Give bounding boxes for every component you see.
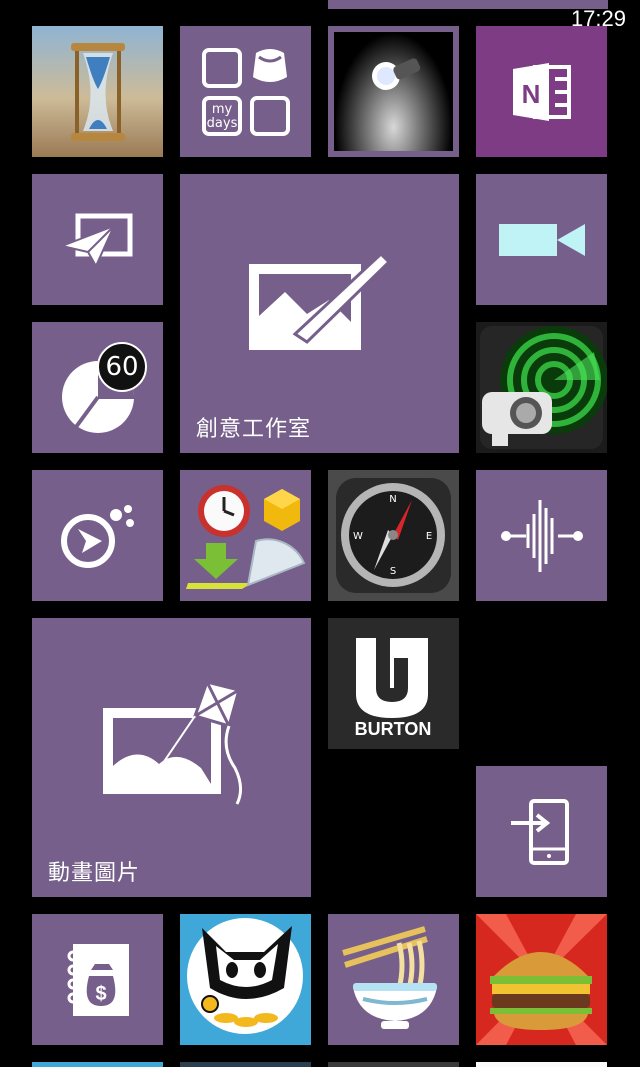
- cat-coins-icon: [180, 914, 311, 1045]
- partial-tile-bottom-1[interactable]: [32, 1062, 163, 1067]
- tile-phone-transfer[interactable]: [476, 766, 607, 897]
- my-days-text-1: my: [211, 102, 232, 117]
- kite-pictures-label: 動畫圖片: [48, 861, 141, 886]
- partial-tile-bottom-3[interactable]: [328, 1062, 459, 1067]
- tile-flashlight[interactable]: [328, 26, 459, 157]
- clock-cube-protractor-icon: [185, 484, 305, 589]
- tile-tools[interactable]: [180, 470, 311, 601]
- tile-radar-camera[interactable]: [476, 322, 607, 453]
- creative-studio-label: 創意工作室: [196, 417, 312, 442]
- tile-hourglass[interactable]: [32, 26, 163, 157]
- notification-badge: 60: [97, 342, 147, 392]
- tile-cat-game[interactable]: [180, 914, 311, 1045]
- partial-tile-bottom-2[interactable]: [180, 1062, 311, 1067]
- compass-n: N: [389, 494, 396, 505]
- tile-compass[interactable]: N E S W: [328, 470, 459, 601]
- noodle-bowl-icon: [341, 925, 437, 1029]
- navigation-icon: [60, 504, 134, 568]
- tile-money-notebook[interactable]: $: [32, 914, 163, 1045]
- money-notebook-icon: $: [67, 943, 129, 1016]
- compass-w: W: [353, 531, 363, 542]
- tile-my-days[interactable]: my days: [180, 26, 311, 157]
- sound-wave-icon: [500, 499, 583, 572]
- compass-s: S: [390, 566, 396, 577]
- photo-brush-icon: [248, 251, 391, 350]
- tile-navigation[interactable]: [32, 470, 163, 601]
- tile-burton[interactable]: BURTON: [328, 618, 459, 749]
- onenote-letter: N: [521, 79, 540, 109]
- burton-text: BURTON: [355, 719, 432, 739]
- kite-photo-icon: [102, 679, 242, 805]
- tile-kite-pictures[interactable]: 動畫圖片: [32, 618, 311, 897]
- my-days-text-2: days: [206, 116, 237, 131]
- onenote-icon: N: [512, 62, 571, 121]
- tile-noodles[interactable]: [328, 914, 459, 1045]
- tile-onenote[interactable]: N: [476, 26, 607, 157]
- burton-logo-icon: BURTON: [328, 618, 459, 749]
- radar-camera-icon: [480, 326, 607, 449]
- paper-plane-photo-icon: [59, 213, 132, 268]
- phone-transfer-icon: [510, 798, 569, 865]
- partial-tile-bottom-4[interactable]: [476, 1062, 607, 1067]
- tile-paper-plane-photo[interactable]: [32, 174, 163, 305]
- hourglass-icon: [70, 42, 125, 141]
- tile-pie-chart[interactable]: 60: [32, 322, 163, 453]
- video-camera-icon: [498, 223, 585, 256]
- compass-icon: N E S W: [328, 470, 459, 601]
- flashlight-icon: [334, 32, 453, 151]
- tile-video[interactable]: [476, 174, 607, 305]
- tile-burger[interactable]: [476, 914, 607, 1045]
- hamburger-icon: [476, 914, 607, 1045]
- tile-creative-studio[interactable]: 創意工作室: [180, 174, 459, 453]
- tile-voice[interactable]: [476, 470, 607, 601]
- dollar-symbol: $: [95, 983, 106, 1005]
- my-days-icon: my days: [201, 47, 290, 136]
- partial-tile-top[interactable]: [328, 0, 608, 9]
- compass-e: E: [426, 531, 432, 542]
